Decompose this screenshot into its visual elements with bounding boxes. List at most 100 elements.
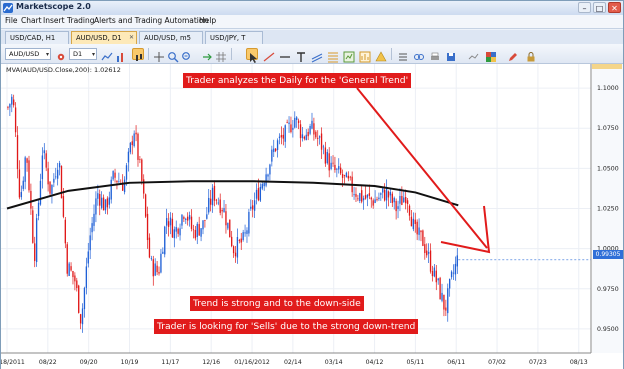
candle-body: [311, 120, 313, 129]
menu-insert[interactable]: Insert: [43, 16, 65, 25]
current-price-tag: 0.99305: [593, 250, 623, 259]
candle-body: [307, 131, 309, 137]
chart-settings-icon[interactable]: [55, 48, 67, 61]
candle-body: [152, 259, 154, 277]
candlestick-icon[interactable]: [132, 48, 144, 61]
channel-icon[interactable]: [311, 48, 323, 63]
candle-body: [137, 133, 139, 160]
candle-body: [213, 185, 216, 201]
candle-body: [328, 153, 330, 171]
date-tick-label: 03/14: [325, 359, 343, 366]
candle-body: [385, 188, 388, 201]
candle-body: [202, 220, 204, 230]
candle-body: [35, 218, 38, 263]
maximize-button[interactable]: □: [593, 2, 606, 13]
candle-body: [13, 99, 15, 106]
candle-body: [167, 221, 170, 227]
candle-body: [250, 206, 252, 209]
candle-body: [269, 164, 271, 175]
pen-icon[interactable]: [507, 48, 519, 61]
tab-usdcad-h1[interactable]: USD/CAD, H1: [5, 31, 69, 44]
menu-chart[interactable]: Chart: [21, 16, 42, 25]
candle-body: [150, 258, 153, 260]
save-icon[interactable]: [445, 48, 457, 61]
tab-audusd-m5[interactable]: AUD/USD, m5: [139, 31, 203, 44]
menu-trading[interactable]: Trading: [67, 16, 95, 25]
chevron-down-icon: ▾: [91, 51, 95, 58]
add-strategy-icon[interactable]: [359, 48, 371, 63]
candle-body: [53, 178, 55, 183]
add-indicator-icon[interactable]: [343, 48, 355, 63]
price-tick-label: 1.0250: [597, 206, 619, 213]
fibonacci-icon[interactable]: [327, 48, 339, 63]
compare-icon[interactable]: [467, 48, 479, 60]
close-tab-icon[interactable]: ✕: [129, 32, 134, 44]
bar-chart-icon[interactable]: [115, 48, 127, 62]
candle-body: [439, 277, 441, 300]
chevron-down-icon: ▾: [45, 51, 49, 58]
color-scheme-icon[interactable]: [485, 48, 497, 62]
title-bar: Marketscope 2.0 – □ ✕: [1, 1, 623, 15]
candle-body: [338, 166, 340, 170]
candle-body: [257, 188, 260, 201]
list-icon[interactable]: [397, 48, 409, 61]
candle-body: [188, 215, 191, 220]
candle-body: [196, 223, 198, 238]
candle-body: [424, 244, 426, 254]
candle-body: [341, 174, 344, 178]
candle-body: [68, 263, 70, 277]
candle-body: [437, 278, 439, 281]
candle-body: [131, 141, 133, 146]
candle-body: [81, 308, 84, 325]
candle-body: [340, 167, 342, 174]
candle-body: [242, 232, 244, 241]
candle-body: [336, 168, 338, 170]
app-logo-icon: [3, 3, 13, 13]
candle-body: [429, 250, 432, 272]
zoom-out-icon[interactable]: [181, 48, 193, 60]
menu-file[interactable]: File: [5, 16, 18, 25]
price-chart[interactable]: 1.10001.07501.05001.02501.00000.97500.95…: [1, 64, 623, 369]
text-tool-icon[interactable]: [295, 48, 307, 62]
candle-body: [127, 151, 130, 163]
lock-icon[interactable]: [525, 48, 537, 62]
crosshair-icon[interactable]: [153, 48, 165, 62]
candle-body: [410, 216, 413, 227]
link-icon[interactable]: [413, 48, 425, 60]
candle-body: [187, 216, 189, 221]
candle-body: [64, 219, 66, 244]
candle-body: [14, 107, 17, 133]
candle-body: [357, 198, 359, 200]
candle-body: [231, 236, 233, 247]
pointer-icon[interactable]: [246, 48, 258, 63]
candle-body: [208, 197, 210, 213]
line-chart-icon[interactable]: [101, 48, 113, 61]
candle-body: [299, 124, 302, 139]
date-tick-label: 12/16: [202, 359, 220, 366]
candle-body: [225, 211, 227, 226]
timeframe-select[interactable]: D1 ▾: [69, 48, 97, 60]
symbol-select[interactable]: AUD/USD ▾: [5, 48, 51, 60]
menu-help[interactable]: Help: [199, 16, 216, 25]
menu-alerts-automation[interactable]: Alerts and Trading Automation: [94, 16, 208, 25]
candle-body: [326, 151, 328, 164]
candle-body: [278, 136, 281, 138]
candle-body: [45, 153, 47, 168]
signals-icon[interactable]: [375, 48, 387, 62]
horizontal-line-icon[interactable]: [279, 48, 291, 60]
minimize-button[interactable]: –: [578, 2, 591, 13]
scroll-icon[interactable]: [201, 48, 213, 61]
candle-body: [194, 230, 197, 239]
tab-usdjpy-t[interactable]: USD/JPY, T: [205, 31, 263, 44]
tab-audusd-d1[interactable]: AUD/USD, D1 ✕: [71, 31, 137, 44]
candle-body: [41, 155, 44, 180]
candle-body: [133, 133, 135, 147]
candle-body: [234, 252, 237, 257]
candle-body: [320, 133, 323, 150]
grid-icon[interactable]: [215, 48, 227, 62]
trend-line-icon[interactable]: [263, 48, 275, 62]
close-button[interactable]: ✕: [608, 2, 621, 13]
print-icon[interactable]: [429, 48, 441, 60]
zoom-in-icon[interactable]: [167, 48, 179, 63]
candle-body: [322, 146, 325, 148]
